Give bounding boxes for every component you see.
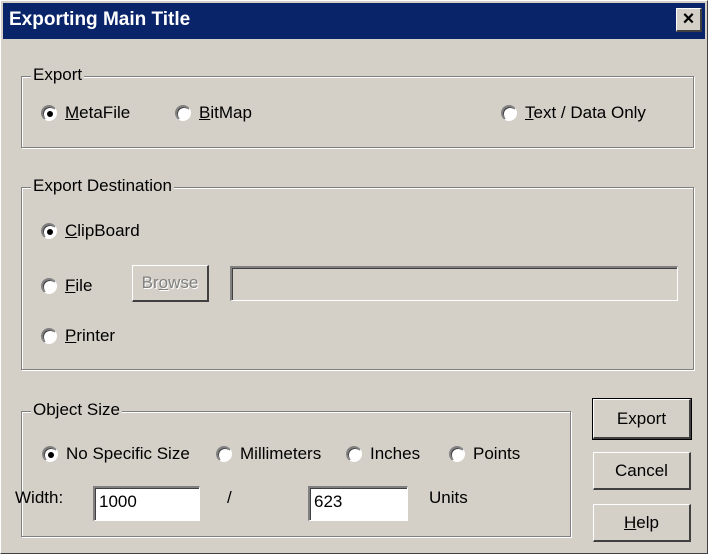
radio-file-indicator[interactable] (41, 278, 57, 294)
browse-button[interactable]: Browse (132, 265, 209, 302)
radio-clipboard-indicator[interactable] (41, 223, 57, 239)
units-label: Units (429, 488, 468, 507)
export-button[interactable]: Export (592, 398, 692, 440)
cancel-button[interactable]: Cancel (593, 452, 691, 490)
radio-clipboard-label: ClipBoard (65, 221, 140, 240)
radio-text-data-only-label: Text / Data Only (525, 103, 646, 122)
radio-no-specific-size-indicator[interactable] (42, 446, 58, 462)
radio-text-data-only[interactable]: Text / Data Only (501, 103, 646, 123)
close-icon: × (682, 8, 695, 30)
radio-points-indicator[interactable] (449, 446, 465, 462)
radio-printer-label: Printer (65, 326, 116, 345)
browse-button-label: Browse (141, 273, 199, 292)
export-dialog: Exporting Main Title × Export MetaFile B… (0, 0, 708, 554)
export-group-legend: Export (31, 65, 85, 85)
export-destination-legend: Export Destination (31, 176, 174, 196)
radio-no-specific-size[interactable]: No Specific Size (42, 444, 190, 464)
radio-no-specific-size-label: No Specific Size (66, 444, 190, 463)
object-size-legend: Object Size (31, 400, 122, 420)
radio-file-label: File (65, 276, 93, 295)
radio-bitmap-label: BitMap (199, 103, 252, 122)
radio-inches-indicator[interactable] (346, 446, 362, 462)
radio-text-data-only-indicator[interactable] (501, 105, 517, 121)
radio-clipboard[interactable]: ClipBoard (41, 221, 140, 241)
radio-inches[interactable]: Inches (346, 444, 420, 464)
object-size-group: Object Size No Specific Size Millimeters… (15, 400, 571, 537)
radio-points-label: Points (473, 444, 521, 463)
radio-millimeters[interactable]: Millimeters (216, 444, 321, 464)
title-bar[interactable]: Exporting Main Title × (3, 3, 705, 39)
radio-printer[interactable]: Printer (41, 326, 115, 346)
radio-metafile[interactable]: MetaFile (41, 103, 130, 123)
radio-metafile-label: MetaFile (65, 103, 131, 122)
radio-points[interactable]: Points (449, 444, 520, 464)
help-button[interactable]: Help (593, 504, 691, 542)
export-group: Export MetaFile BitMap Text / Data Only (21, 65, 694, 148)
radio-millimeters-label: Millimeters (240, 444, 322, 463)
width-input[interactable]: 1000 (93, 486, 200, 521)
radio-metafile-indicator[interactable] (41, 105, 57, 121)
radio-file[interactable]: File (41, 276, 92, 296)
window-title: Exporting Main Title (9, 9, 191, 30)
file-path-field[interactable] (230, 266, 678, 301)
close-button[interactable]: × (676, 8, 702, 32)
radio-bitmap-indicator[interactable] (175, 105, 191, 121)
height-input[interactable]: 623 (308, 486, 408, 521)
radio-bitmap[interactable]: BitMap (175, 103, 252, 123)
size-separator: / (227, 488, 232, 507)
help-button-label: Help (624, 512, 659, 532)
radio-inches-label: Inches (370, 444, 421, 463)
radio-millimeters-indicator[interactable] (216, 446, 232, 462)
width-label: Width: (15, 488, 64, 507)
radio-printer-indicator[interactable] (41, 328, 57, 344)
export-destination-group: Export Destination ClipBoard File Browse… (21, 176, 694, 370)
